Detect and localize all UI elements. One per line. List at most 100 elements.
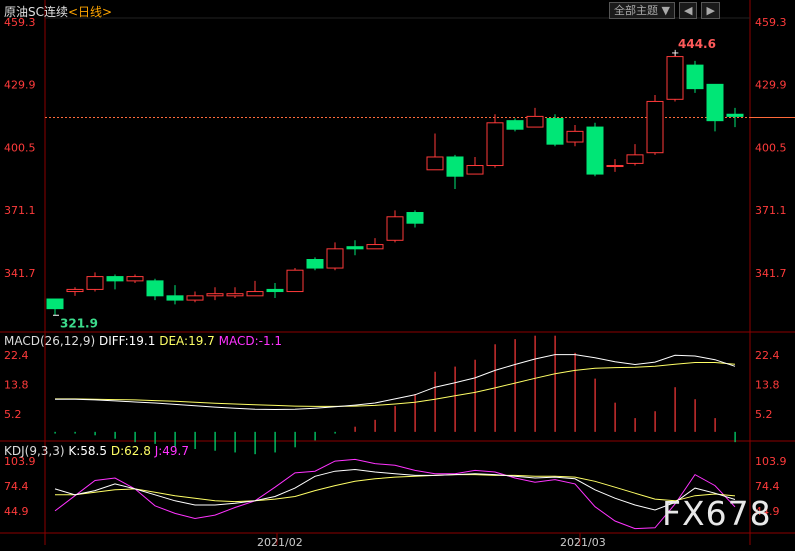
price-tick-right: 400.5 [755, 141, 787, 154]
macd-tick-right: 5.2 [755, 408, 773, 421]
macd-histogram-bar [134, 431, 136, 443]
date-tick-label: 2021/03 [560, 536, 606, 549]
macd-histogram-bar [194, 431, 196, 450]
price-tick-left: 400.5 [4, 141, 36, 154]
price-tick-right: 341.7 [755, 267, 787, 280]
candle-up [626, 154, 644, 164]
date-tick-label: 2021/02 [257, 536, 303, 549]
low-label: 321.9 [60, 316, 98, 330]
candle-down [106, 276, 124, 282]
j-value: J:49.7 [154, 444, 189, 458]
candle-down [546, 118, 564, 145]
dea-value: DEA:19.7 [159, 334, 215, 348]
price-tick-left: 429.9 [4, 79, 36, 92]
macd-histogram-bar [114, 431, 116, 439]
candle-up [486, 122, 504, 167]
macd-histogram-bar [714, 418, 716, 432]
macd-tick-left: 5.2 [4, 408, 22, 421]
candle-up [286, 269, 304, 293]
candle-down [306, 259, 324, 269]
macd-histogram-bar [294, 431, 296, 448]
macd-histogram-bar [154, 431, 156, 444]
macd-histogram-bar [574, 352, 576, 432]
price-tick-left: 341.7 [4, 267, 36, 280]
macd-histogram-bar [734, 431, 736, 443]
macd-histogram-bar [534, 335, 536, 432]
macd-histogram-bar [474, 359, 476, 432]
candle-up [606, 165, 624, 168]
candle-up [386, 216, 404, 241]
macd-histogram-bar [414, 394, 416, 432]
macd-histogram-bar [614, 402, 616, 432]
candle-down [726, 113, 744, 117]
candle-up [566, 130, 584, 143]
macd-histogram-bar [354, 426, 356, 432]
right-arrow-icon: ▶ [706, 4, 715, 17]
macd-title: MACD(26,12,9) [4, 334, 96, 348]
candle-down [506, 120, 524, 130]
next-button[interactable]: ▶ [701, 2, 720, 19]
theme-selector[interactable]: 全部主题 ▼ [609, 2, 675, 19]
macd-histogram-bar [314, 431, 316, 441]
price-tick-right: 371.1 [755, 204, 787, 217]
macd-histogram-bar [234, 431, 236, 453]
macd-histogram-bar [94, 431, 96, 436]
macd-histogram-bar [374, 419, 376, 432]
candle-down [266, 288, 284, 293]
candle-down [586, 126, 604, 175]
dea-line [55, 362, 736, 407]
candle-down [406, 212, 424, 224]
macd-value: MACD:-1.1 [218, 334, 283, 348]
macd-tick-left: 22.4 [4, 349, 29, 362]
candle-up [646, 100, 664, 154]
kdj-tick-left: 44.9 [4, 505, 29, 518]
macd-histogram-bar [274, 431, 276, 453]
k-line [54, 468, 736, 511]
left-arrow-icon: ◀ [683, 4, 693, 17]
macd-tick-right: 22.4 [755, 349, 780, 362]
macd-histogram-bar [394, 406, 396, 432]
candle-up [226, 293, 244, 297]
macd-tick-right: 13.8 [755, 378, 780, 391]
k-value: K:58.5 [68, 444, 108, 458]
high-label: 444.6 [678, 37, 716, 51]
candle-up [186, 295, 204, 301]
diff-value: DIFF:19.1 [98, 334, 156, 348]
price-tick-right: 459.3 [755, 16, 787, 29]
candle-up [466, 165, 484, 175]
kdj-header: KDJ(9,3,3) K:58.5 D:62.8 J:49.7 [4, 444, 189, 458]
macd-histogram-bar [74, 431, 76, 434]
macd-histogram-bar [254, 431, 256, 455]
candle-up [206, 293, 224, 297]
candle-down [46, 298, 64, 310]
macd-histogram-bar [54, 431, 56, 434]
price-tick-left: 371.1 [4, 204, 36, 217]
macd-header: MACD(26,12,9) DIFF:19.1 DEA:19.7 MACD:-1… [4, 334, 282, 348]
macd-histogram-bar [674, 387, 676, 432]
triangle-down-icon: ▼ [661, 4, 670, 17]
candle-up [526, 115, 544, 128]
prev-button[interactable]: ◀ [678, 2, 698, 19]
d-line [55, 474, 736, 503]
d-value: D:62.8 [110, 444, 151, 458]
j-line [54, 458, 736, 530]
candle-up [426, 156, 444, 171]
macd-histogram-bar [694, 399, 696, 432]
candle-up [66, 288, 84, 293]
kdj-title: KDJ(9,3,3) [4, 444, 65, 458]
candle-down [446, 156, 464, 177]
macd-histogram-bar [594, 378, 596, 432]
period-label: <日线> [68, 5, 113, 19]
kdj-tick-right: 74.4 [755, 480, 780, 493]
kdj-tick-right: 103.9 [755, 455, 787, 468]
chart-toolbar: 全部主题 ▼ ◀ ▶ [609, 2, 720, 19]
watermark-logo: FX678 [662, 494, 772, 533]
kdj-tick-left: 74.4 [4, 480, 29, 493]
macd-histogram-bar [214, 431, 216, 451]
theme-label: 全部主题 [614, 4, 658, 17]
candle-down [146, 280, 164, 297]
macd-histogram-bar [554, 335, 556, 432]
macd-histogram-bar [434, 371, 436, 432]
candle-down [706, 83, 724, 122]
candle-up [326, 248, 344, 269]
